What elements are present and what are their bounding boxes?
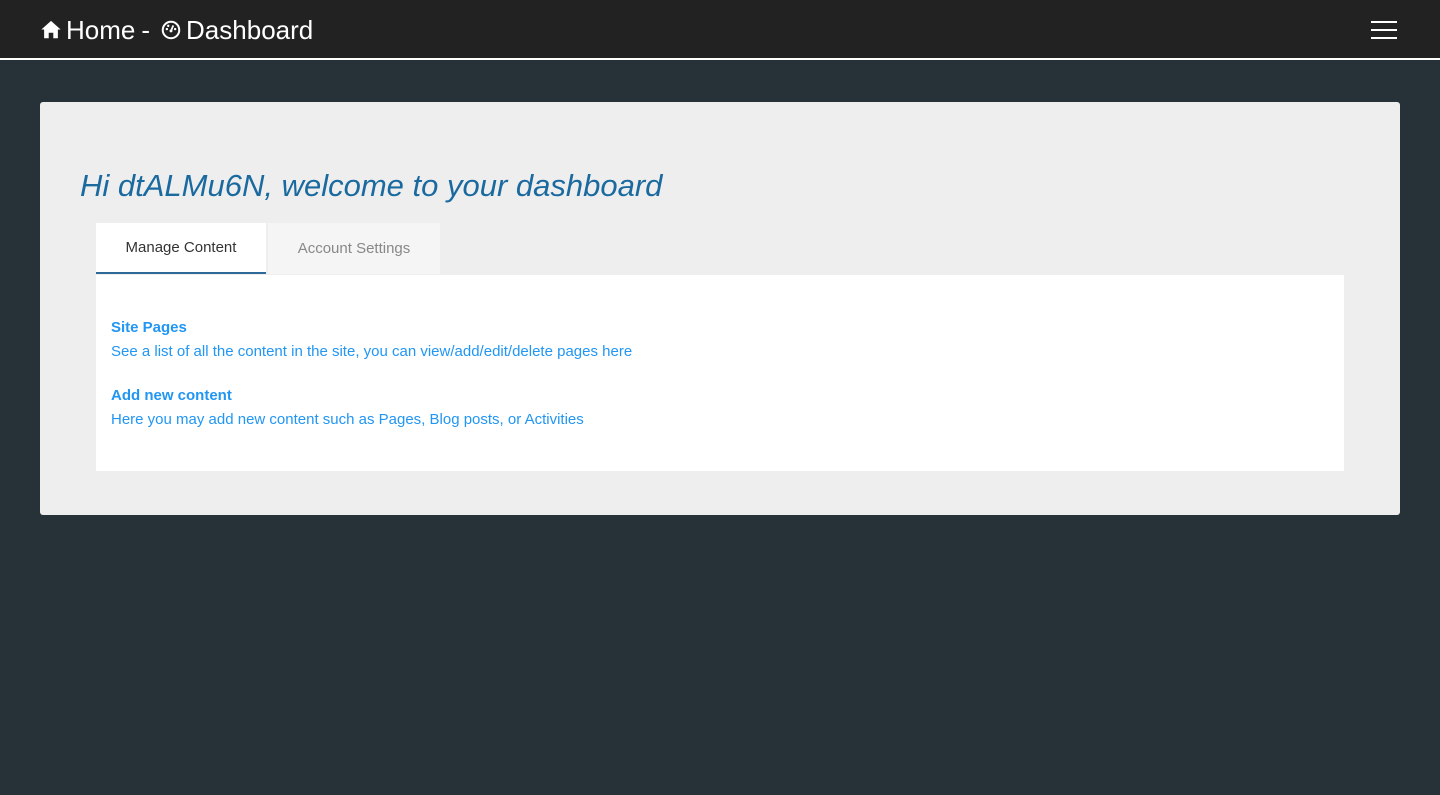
- dashboard-label: Dashboard: [186, 14, 314, 45]
- site-pages-item: Site Pages See a list of all the content…: [111, 316, 632, 364]
- top-navbar: Home - Dashboard: [0, 0, 1440, 60]
- tab-account-settings[interactable]: Account Settings: [268, 223, 440, 274]
- add-new-content-description-link[interactable]: Here you may add new content such as Pag…: [111, 408, 584, 432]
- add-new-content-item: Add new content Here you may add new con…: [111, 384, 584, 432]
- dashboard-tabs: Manage Content Account Settings: [96, 223, 440, 274]
- welcome-heading: Hi dtALMu6N, welcome to your dashboard: [80, 168, 663, 203]
- site-pages-description-link[interactable]: See a list of all the content in the sit…: [111, 340, 632, 364]
- hamburger-menu-icon: [1371, 21, 1397, 39]
- navbar-brand: Home - Dashboard: [40, 0, 313, 60]
- breadcrumb-separator: -: [141, 14, 151, 45]
- home-label: Home: [66, 14, 136, 45]
- dashboard-link[interactable]: Dashboard: [160, 15, 313, 46]
- dashboard-panel: Hi dtALMu6N, welcome to your dashboard M…: [40, 102, 1400, 515]
- tab-manage-content[interactable]: Manage Content: [96, 223, 266, 274]
- menu-toggle-button[interactable]: [1365, 15, 1405, 45]
- dashboard-gauge-icon: [160, 19, 182, 41]
- home-link[interactable]: Home: [40, 15, 135, 46]
- site-pages-link[interactable]: Site Pages: [111, 316, 632, 340]
- home-icon: [40, 19, 62, 41]
- add-new-content-link[interactable]: Add new content: [111, 384, 584, 408]
- manage-content-pane: Site Pages See a list of all the content…: [96, 275, 1344, 471]
